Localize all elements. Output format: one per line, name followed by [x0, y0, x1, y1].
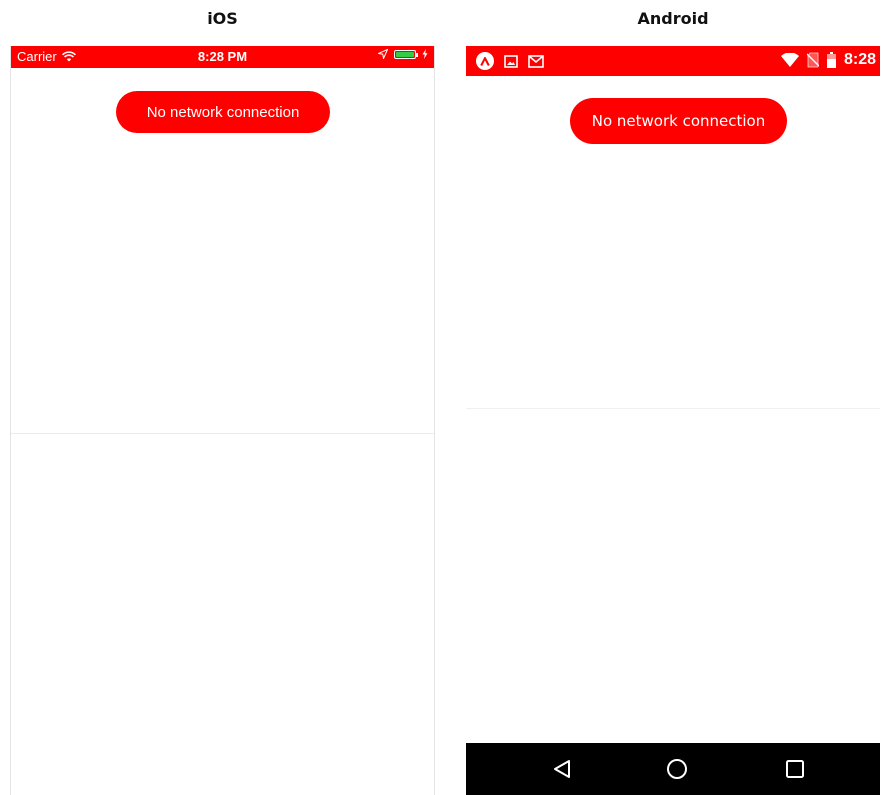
android-clock: 8:28: [843, 51, 876, 68]
ios-clock: 8:28 PM: [197, 49, 248, 64]
android-divider: [466, 408, 880, 409]
android-status-bar: 8:28: [466, 46, 880, 76]
ios-screen: Carrier 8:28 PM No network connection: [10, 46, 435, 795]
recents-icon[interactable]: [783, 757, 807, 781]
ios-status-right: [378, 49, 428, 59]
back-icon[interactable]: [550, 757, 574, 781]
android-notification-icons: [476, 52, 544, 70]
ios-heading: iOS: [207, 9, 238, 28]
no-network-banner: No network connection: [570, 98, 787, 144]
ios-status-bar: Carrier 8:28 PM: [11, 46, 434, 68]
location-arrow-icon: [378, 49, 388, 59]
image-icon: [504, 54, 518, 68]
charging-bolt-icon: [422, 49, 428, 59]
battery-icon: [826, 52, 836, 68]
wifi-icon: [780, 53, 799, 67]
android-system-icons: 8:28: [780, 51, 876, 69]
ios-divider: [11, 433, 434, 434]
android-screen: 8:28 No network connection: [466, 46, 880, 795]
battery-icon: [394, 49, 418, 59]
android-heading: Android: [637, 9, 709, 28]
app-logo-icon: [476, 52, 494, 70]
no-network-banner: No network connection: [116, 91, 330, 133]
gmail-icon: [528, 54, 544, 68]
home-icon[interactable]: [665, 757, 689, 781]
no-sim-icon: [806, 52, 819, 68]
android-navigation-bar: [466, 743, 880, 795]
